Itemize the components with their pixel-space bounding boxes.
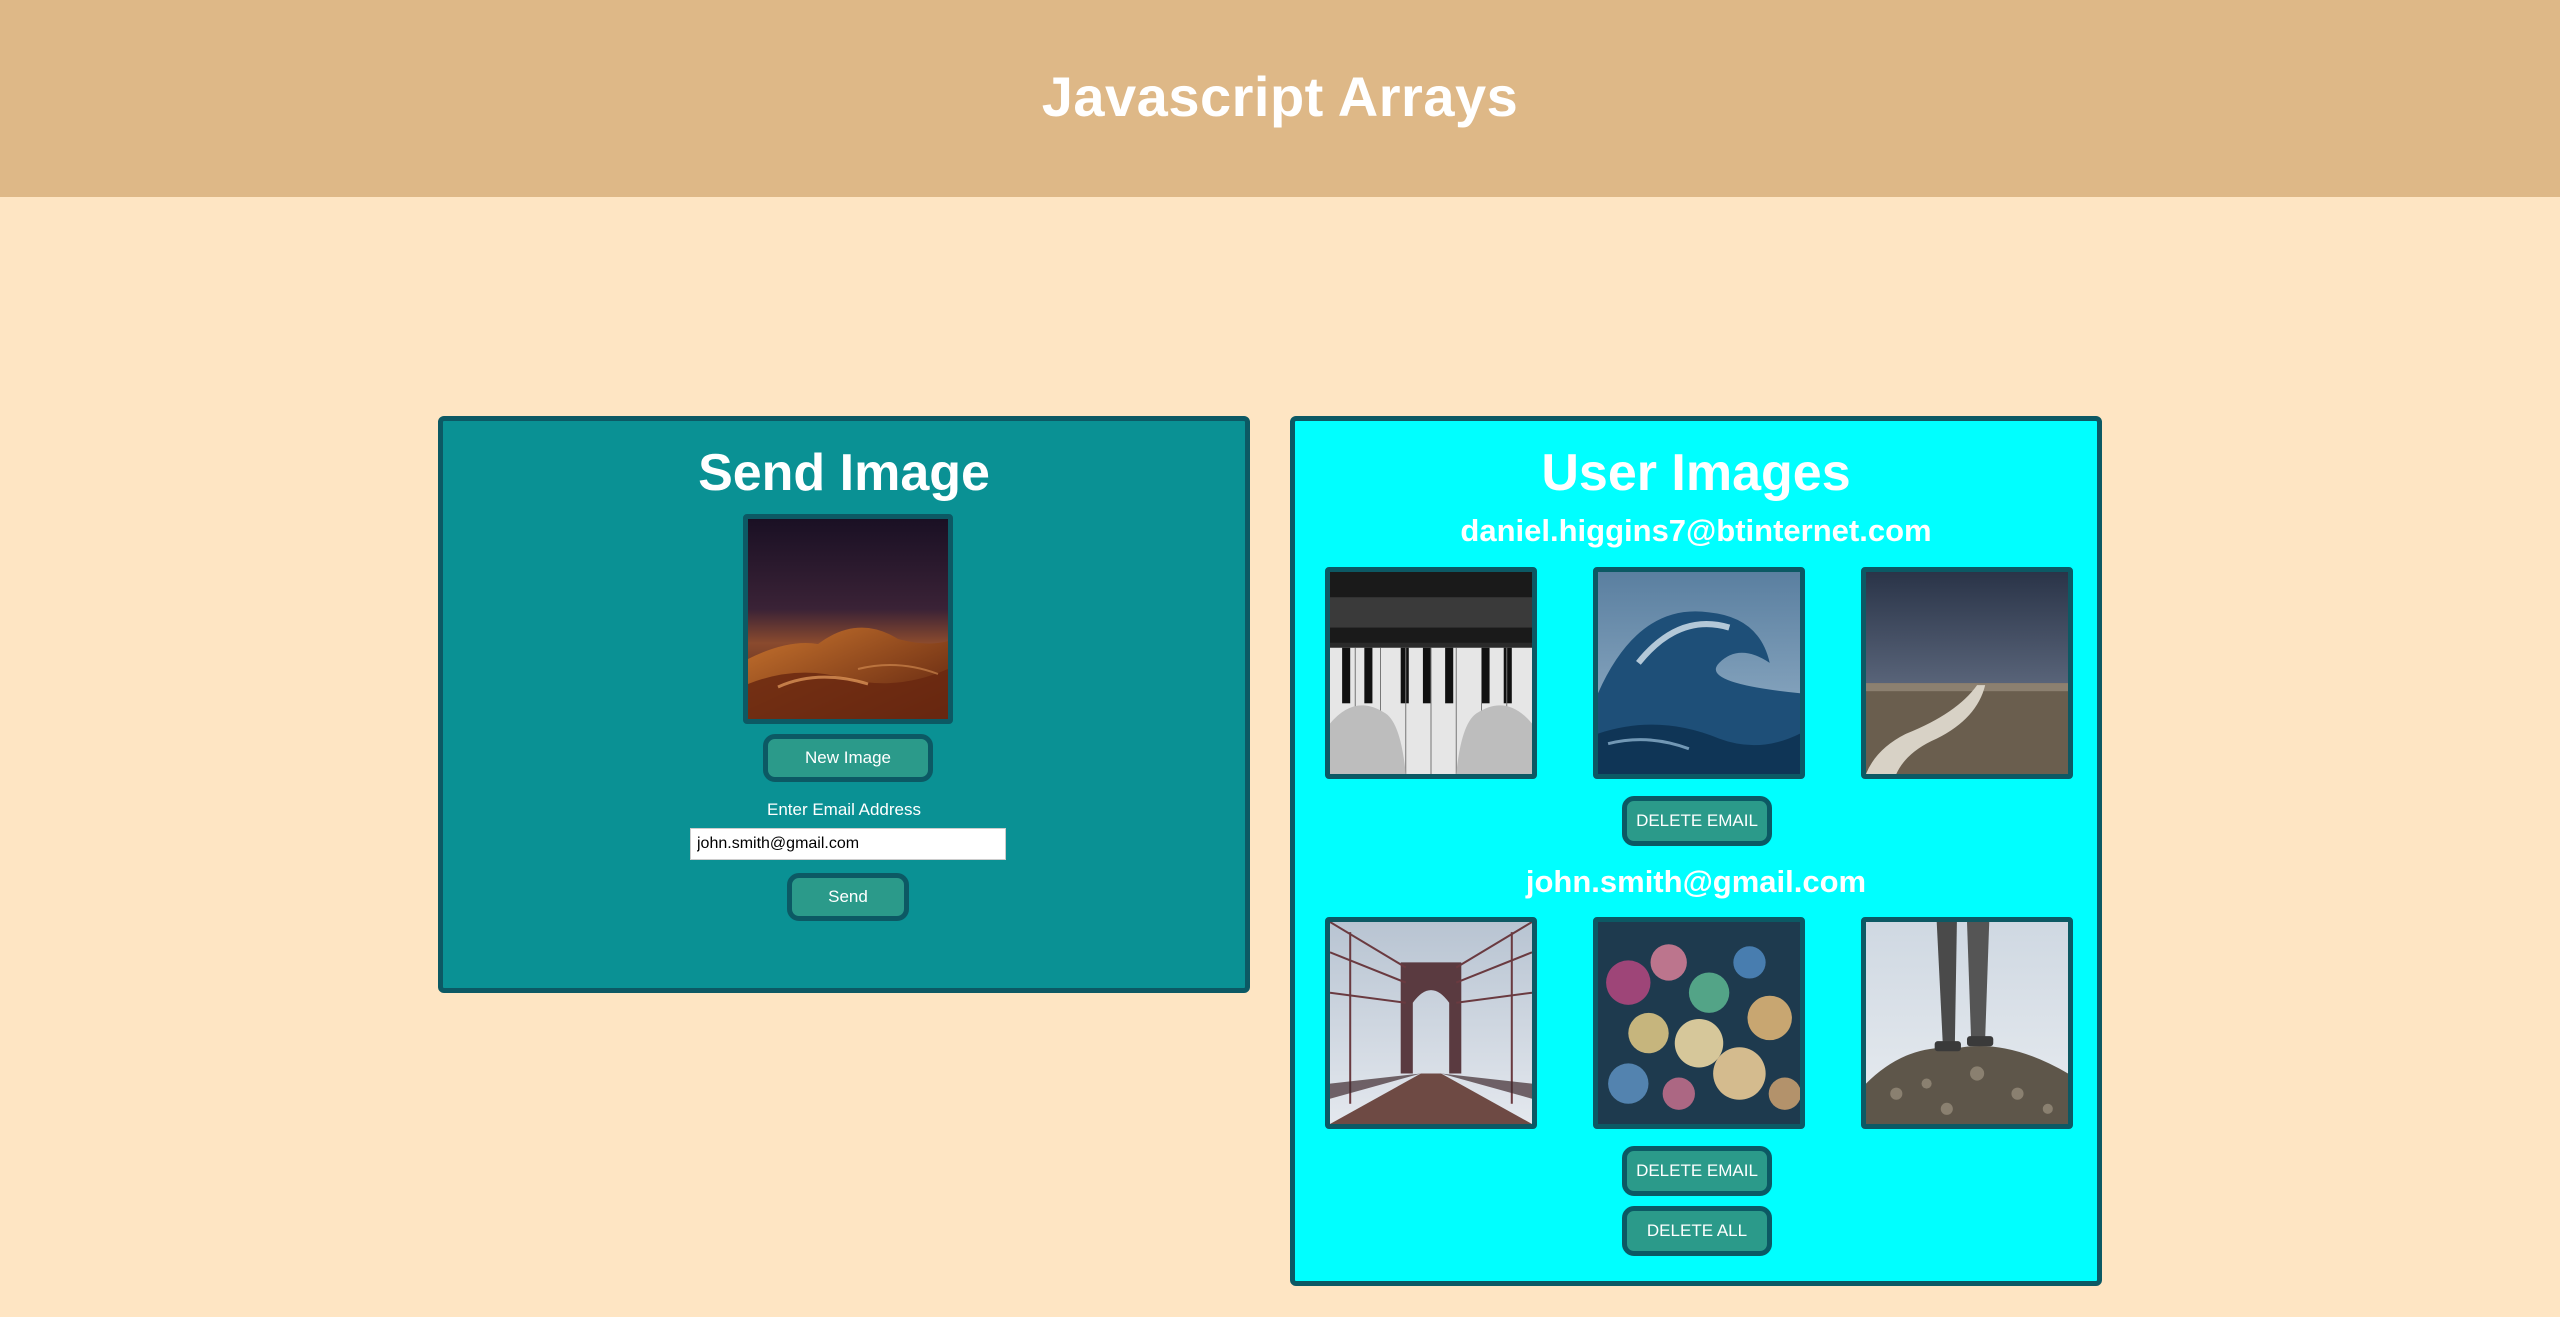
country-road-image <box>1866 572 2068 774</box>
user-image-thumbnail <box>1593 917 1805 1129</box>
user-email-heading: daniel.higgins7@btinternet.com <box>1460 513 1932 548</box>
page-title: Javascript Arrays <box>1041 65 1519 128</box>
user-panel-title: User Images <box>1541 444 1851 502</box>
send-panel-title: Send Image <box>698 444 990 502</box>
page-header: Javascript Arrays <box>0 0 2560 197</box>
new-image-button[interactable]: New Image <box>763 734 933 782</box>
brooklyn-bridge-image <box>1330 922 1532 1124</box>
email-label: Enter Email Address <box>766 800 921 819</box>
user-email-heading: john.smith@gmail.com <box>1525 864 1867 899</box>
bokeh-lights-image <box>1598 922 1800 1124</box>
desert-dunes-image <box>748 519 948 719</box>
preview-image <box>743 514 953 724</box>
delete-all-button[interactable]: DELETE ALL <box>1622 1206 1772 1256</box>
user-image-thumbnail <box>1861 567 2073 779</box>
user-image-thumbnail <box>1325 917 1537 1129</box>
user-images-panel: User Images daniel.higgins7@btinternet.c… <box>1290 416 2102 1286</box>
send-button[interactable]: Send <box>787 873 909 921</box>
feet-on-rocks-image <box>1866 922 2068 1124</box>
ocean-wave-image <box>1598 572 1800 774</box>
user-image-thumbnail <box>1861 917 2073 1129</box>
delete-email-button[interactable]: DELETE EMAIL <box>1622 1146 1772 1196</box>
delete-email-button[interactable]: DELETE EMAIL <box>1622 796 1772 846</box>
user-image-thumbnail <box>1593 567 1805 779</box>
piano-hands-image <box>1330 572 1532 774</box>
send-image-panel: Send Image New Image Enter Email Address… <box>438 416 1250 993</box>
email-input[interactable] <box>690 828 1006 860</box>
user-image-thumbnail <box>1325 567 1537 779</box>
